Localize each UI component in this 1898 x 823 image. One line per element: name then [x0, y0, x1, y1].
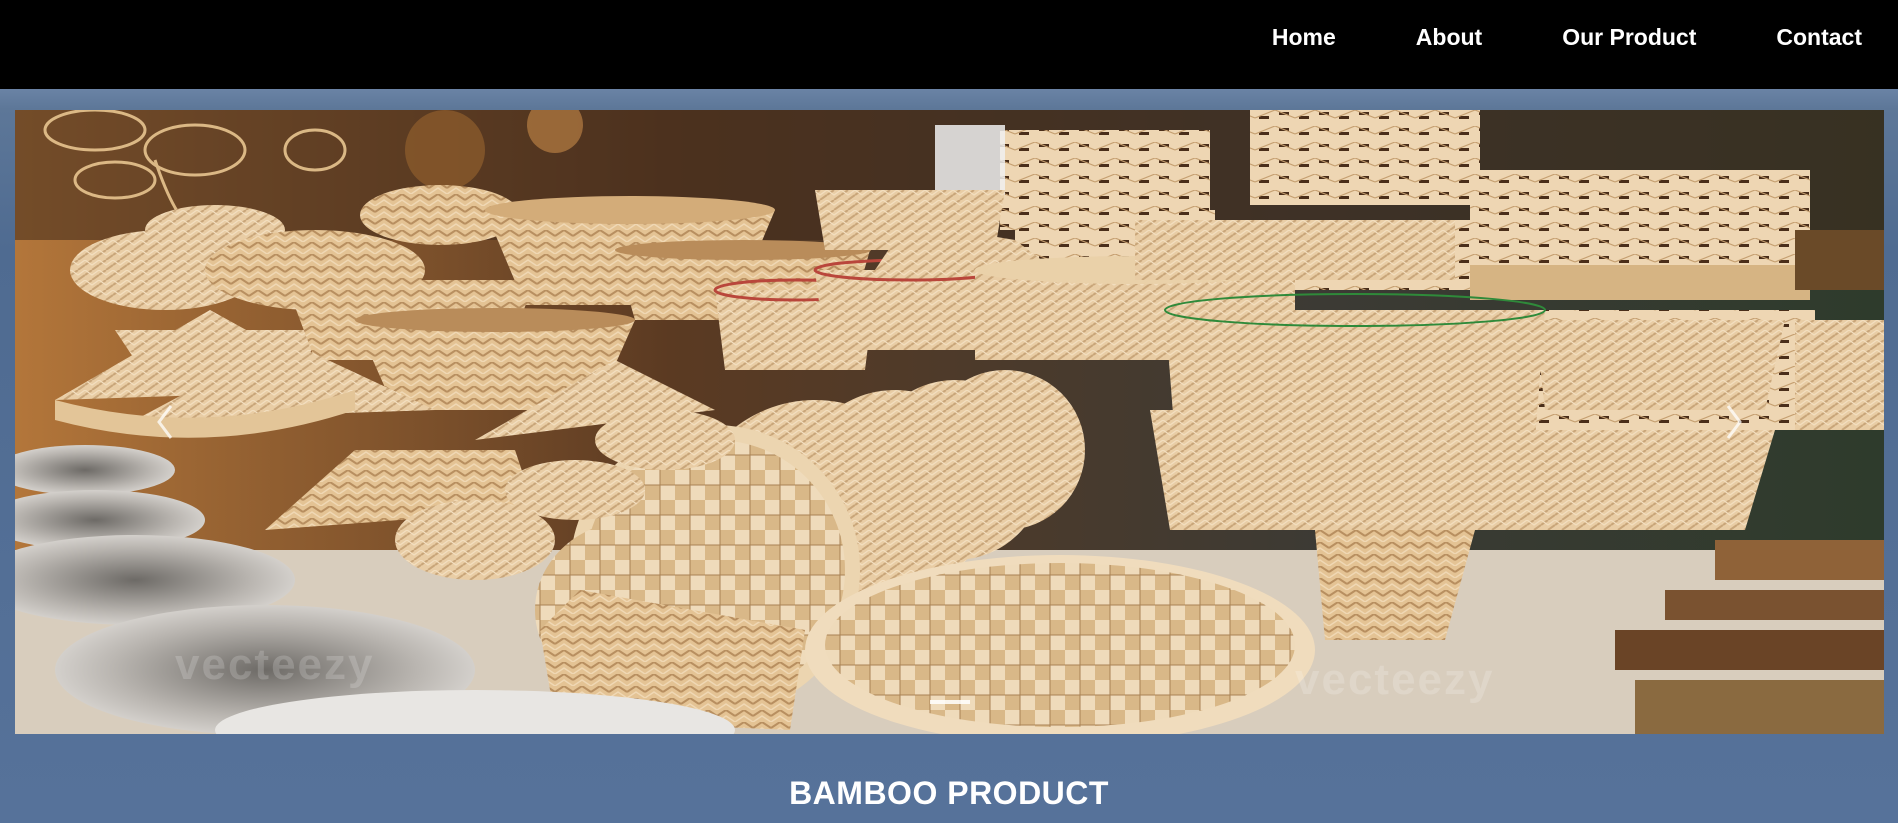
- navbar: Home About Our Product Contact: [0, 0, 1898, 89]
- chevron-left-icon: [157, 405, 173, 439]
- watermark-text-2: vecteezy: [1295, 655, 1495, 704]
- nav-contact-link[interactable]: Contact: [1736, 24, 1862, 51]
- nav-menu: Home About Our Product Contact: [1232, 24, 1862, 51]
- carousel-prev-button[interactable]: [105, 110, 225, 734]
- nav-our-product-link[interactable]: Our Product: [1522, 24, 1736, 51]
- carousel-next-button[interactable]: [1674, 110, 1794, 734]
- hero-carousel: vecteezy vecteezy: [15, 110, 1884, 734]
- section-title: BAMBOO PRODUCT: [789, 774, 1109, 811]
- chevron-right-icon: [1726, 405, 1742, 439]
- carousel-indicator[interactable]: [929, 700, 970, 704]
- nav-home-link[interactable]: Home: [1232, 24, 1376, 51]
- nav-about-link[interactable]: About: [1376, 24, 1522, 51]
- carousel-indicators: [15, 700, 1884, 704]
